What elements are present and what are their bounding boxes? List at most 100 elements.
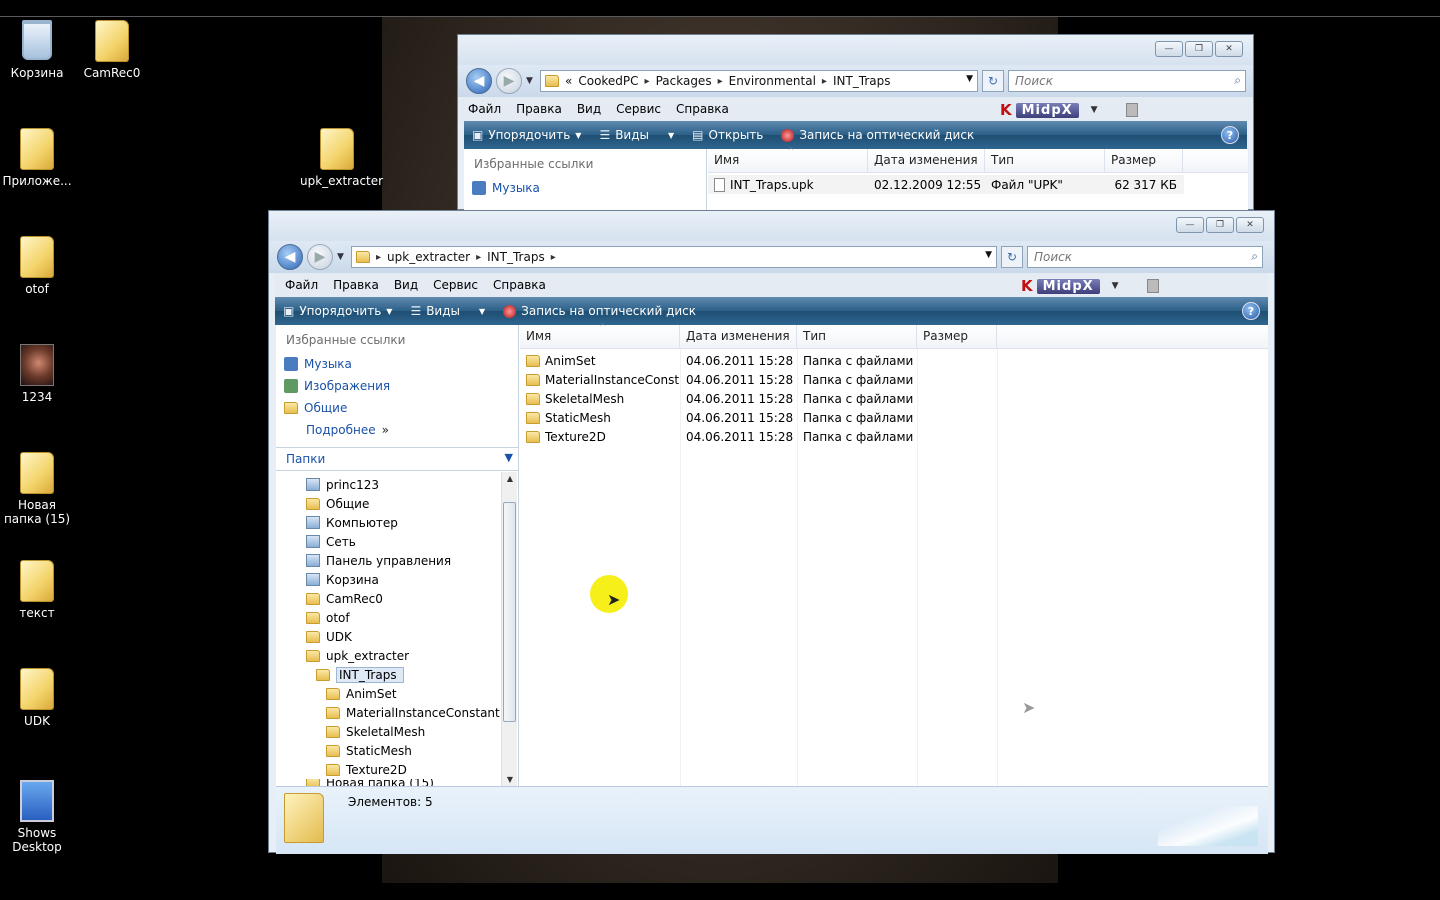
column-date[interactable]: Дата изменения bbox=[868, 149, 985, 172]
tree-item[interactable]: princ123 bbox=[306, 475, 379, 494]
menu-help[interactable]: Справка bbox=[676, 102, 729, 116]
tool-icon[interactable] bbox=[1125, 103, 1138, 117]
chevron-right-icon[interactable]: ▸ bbox=[376, 252, 381, 263]
search-input[interactable]: Поиск ⌕ bbox=[1008, 70, 1246, 92]
favorite-music[interactable]: Музыка bbox=[464, 177, 706, 199]
menu-tools[interactable]: Сервис bbox=[433, 278, 478, 292]
tree-item[interactable]: UDK bbox=[306, 627, 352, 646]
desktop-icon-upk-extracter[interactable]: upk_extracter bbox=[300, 128, 383, 188]
history-dropdown[interactable]: ▼ bbox=[337, 252, 347, 262]
close-button[interactable]: ✕ bbox=[1236, 217, 1264, 233]
chevron-down-icon[interactable]: ▼ bbox=[1112, 281, 1119, 291]
column-type[interactable]: Тип bbox=[985, 149, 1105, 172]
minimize-button[interactable]: — bbox=[1155, 41, 1183, 57]
help-icon[interactable]: ? bbox=[1242, 302, 1260, 320]
tree-item[interactable]: Компьютер bbox=[306, 513, 398, 532]
favorite-public[interactable]: Общие bbox=[276, 397, 518, 419]
column-size[interactable]: Размер bbox=[1105, 149, 1183, 172]
menu-file[interactable]: Файл bbox=[468, 102, 501, 116]
tree-item[interactable]: MaterialInstanceConstant bbox=[326, 703, 500, 722]
menu-view[interactable]: Вид bbox=[394, 278, 418, 292]
desktop-icon-1234[interactable]: 1234 bbox=[0, 344, 74, 404]
breadcrumb-packages[interactable]: Packages bbox=[656, 74, 712, 88]
folders-header[interactable]: Папки ▼ bbox=[276, 447, 519, 471]
tree-item[interactable]: Общие bbox=[306, 494, 369, 513]
desktop-icon-udk[interactable]: UDK bbox=[0, 668, 74, 728]
tree-item[interactable]: Texture2D bbox=[326, 760, 407, 779]
desktop-icon-recycle-bin[interactable]: Корзина bbox=[0, 20, 74, 80]
history-dropdown[interactable]: ▼ bbox=[526, 76, 536, 86]
favorite-pictures[interactable]: Изображения bbox=[276, 375, 518, 397]
open-button[interactable]: ▤ Открыть bbox=[692, 128, 763, 142]
breadcrumb-upk-extracter[interactable]: upk_extracter bbox=[387, 250, 470, 264]
file-row[interactable]: Texture2D 04.06.2011 15:28 Папка с файлами bbox=[520, 427, 997, 446]
more-link[interactable]: Подробнее » bbox=[276, 419, 518, 441]
column-name[interactable]: ^ Имя bbox=[708, 146, 868, 172]
burn-button[interactable]: Запись на оптический диск bbox=[503, 304, 696, 318]
desktop-icon-apps[interactable]: Приложе... bbox=[0, 128, 74, 188]
help-icon[interactable]: ? bbox=[1221, 126, 1239, 144]
tree-scrollbar[interactable]: ▲ ▼ bbox=[501, 472, 517, 786]
title-bar[interactable]: — ❐ ✕ bbox=[458, 35, 1253, 65]
menu-help[interactable]: Справка bbox=[493, 278, 546, 292]
title-bar[interactable]: — ❐ ✕ bbox=[269, 211, 1274, 241]
tree-item[interactable]: Панель управления bbox=[306, 551, 451, 570]
tree-item[interactable]: INT_Traps bbox=[316, 665, 404, 684]
explorer-window-back[interactable]: — ❐ ✕ ◀ ▶ ▼ « CookedPC ▸ Packages ▸ Envi… bbox=[457, 34, 1254, 211]
column-name[interactable]: ^ Имя bbox=[520, 322, 680, 348]
favorite-music[interactable]: Музыка bbox=[276, 353, 518, 375]
desktop-icon-camrec0[interactable]: CamRec0 bbox=[75, 20, 149, 80]
scrollbar-thumb[interactable] bbox=[503, 502, 516, 722]
midpx-toolbar[interactable]: K MidpX ▼ bbox=[1021, 277, 1159, 295]
breadcrumb-environmental[interactable]: Environmental bbox=[729, 74, 816, 88]
maximize-button[interactable]: ❐ bbox=[1185, 41, 1213, 57]
desktop-icon-show-desktop[interactable]: Shows Desktop bbox=[0, 780, 74, 854]
menu-view[interactable]: Вид bbox=[577, 102, 601, 116]
menu-tools[interactable]: Сервис bbox=[616, 102, 661, 116]
burn-button[interactable]: Запись на оптический диск bbox=[781, 128, 974, 142]
midpx-toolbar[interactable]: K MidpX ▼ bbox=[1000, 101, 1138, 119]
views-button[interactable]: ☰ Виды ▼ bbox=[410, 304, 485, 318]
column-date[interactable]: Дата изменения bbox=[680, 325, 797, 348]
refresh-button[interactable]: ↻ bbox=[1001, 246, 1023, 268]
back-button[interactable]: ◀ bbox=[466, 68, 492, 94]
search-icon[interactable]: ⌕ bbox=[1251, 249, 1258, 264]
scroll-up-icon[interactable]: ▲ bbox=[502, 474, 518, 483]
tree-item[interactable]: SkeletalMesh bbox=[326, 722, 425, 741]
back-button[interactable]: ◀ bbox=[277, 244, 303, 270]
breadcrumb-overflow[interactable]: « bbox=[565, 74, 572, 88]
file-row[interactable]: MaterialInstanceConst... 04.06.2011 15:28… bbox=[520, 370, 997, 389]
column-type[interactable]: Тип bbox=[797, 325, 917, 348]
breadcrumb-cookedpc[interactable]: CookedPC bbox=[578, 74, 638, 88]
breadcrumb-int-traps[interactable]: INT_Traps bbox=[487, 250, 545, 264]
refresh-button[interactable]: ↻ bbox=[982, 70, 1004, 92]
file-row[interactable]: INT_Traps.upk 02.12.2009 12:55 Файл "UPK… bbox=[708, 175, 1184, 194]
file-row[interactable]: AnimSet 04.06.2011 15:28 Папка с файлами bbox=[520, 351, 997, 370]
tree-item[interactable]: upk_extracter bbox=[306, 646, 409, 665]
desktop-icon-otof[interactable]: otof bbox=[0, 236, 74, 296]
chevron-down-icon[interactable]: ▼ bbox=[985, 250, 992, 260]
breadcrumb-int-traps[interactable]: INT_Traps bbox=[833, 74, 891, 88]
address-bar[interactable]: ▸ upk_extracter ▸ INT_Traps ▸ ▼ bbox=[351, 246, 997, 268]
tree-item[interactable]: Сеть bbox=[306, 532, 356, 551]
search-input[interactable]: Поиск ⌕ bbox=[1027, 246, 1263, 268]
tree-item[interactable]: StaticMesh bbox=[326, 741, 412, 760]
scroll-down-icon[interactable]: ▼ bbox=[502, 775, 518, 784]
forward-button[interactable]: ▶ bbox=[496, 68, 522, 94]
tree-item[interactable]: Корзина bbox=[306, 570, 379, 589]
minimize-button[interactable]: — bbox=[1176, 217, 1204, 233]
column-size[interactable]: Размер bbox=[917, 325, 997, 348]
chevron-right-icon[interactable]: ▸ bbox=[645, 76, 650, 87]
chevron-down-icon[interactable]: ▼ bbox=[505, 451, 513, 464]
menu-edit[interactable]: Правка bbox=[333, 278, 379, 292]
organize-button[interactable]: ▣ Упорядочить ▼ bbox=[283, 304, 392, 318]
chevron-right-icon[interactable]: ▸ bbox=[822, 76, 827, 87]
views-button[interactable]: ☰ Виды ▼ bbox=[599, 128, 674, 142]
tree-item[interactable]: AnimSet bbox=[326, 684, 397, 703]
chevron-down-icon[interactable]: ▼ bbox=[966, 74, 973, 84]
search-icon[interactable]: ⌕ bbox=[1234, 73, 1241, 88]
forward-button[interactable]: ▶ bbox=[307, 244, 333, 270]
close-button[interactable]: ✕ bbox=[1215, 41, 1243, 57]
menu-file[interactable]: Файл bbox=[285, 278, 318, 292]
tree-item[interactable]: otof bbox=[306, 608, 350, 627]
